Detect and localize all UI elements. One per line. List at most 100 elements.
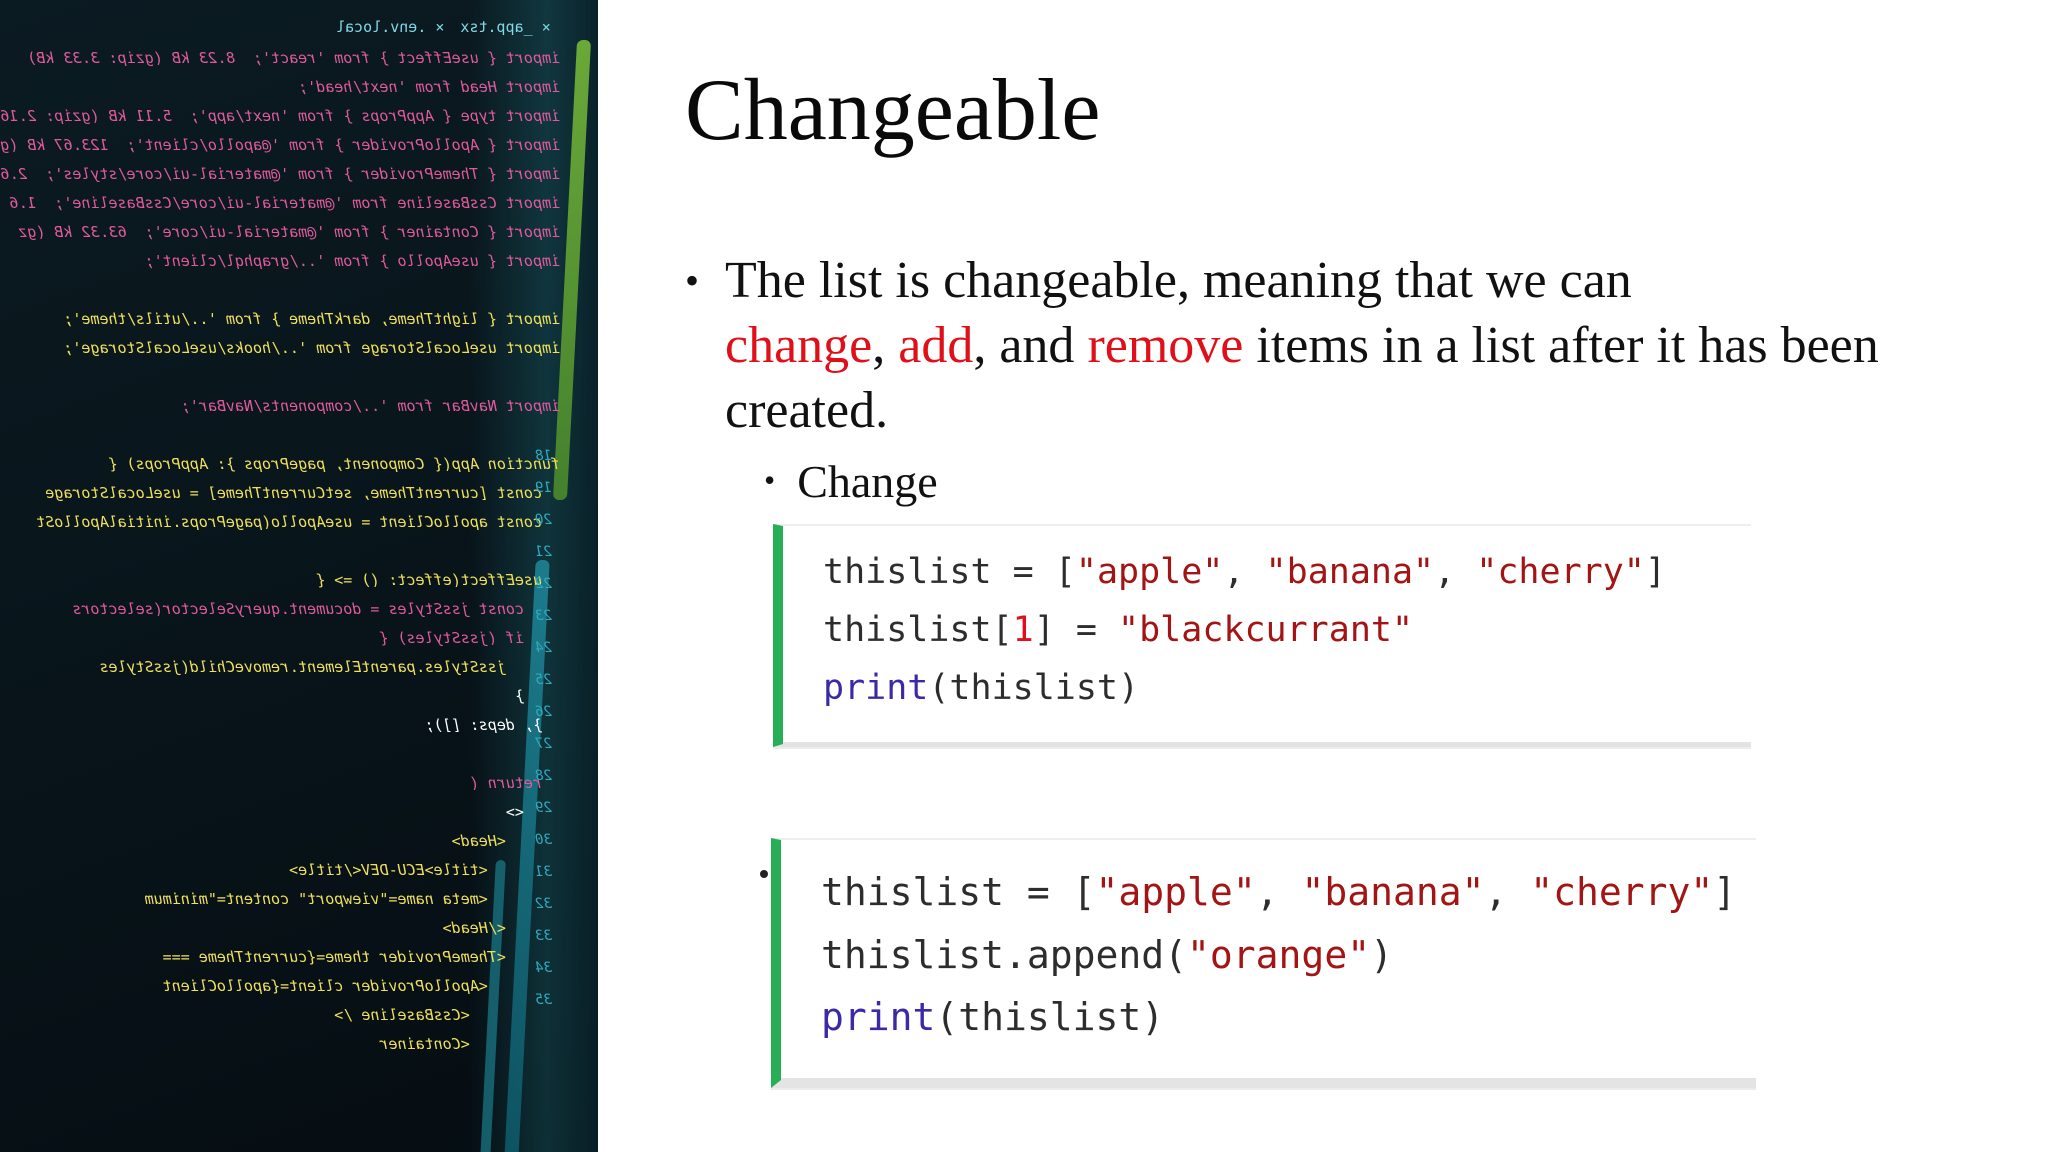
code-string: "cherry" xyxy=(1476,552,1645,592)
code-token: ] xyxy=(1644,552,1666,592)
line-number: 31 xyxy=(535,864,552,880)
code-editor-line: import CssBaseline from '@material-ui/co… xyxy=(9,194,560,212)
code-string: "orange" xyxy=(1187,933,1371,977)
line-number: 22 xyxy=(535,576,552,592)
code-editor-line: import { ApolloProvider } from '@apollo/… xyxy=(0,136,560,154)
line-number: 27 xyxy=(535,736,552,752)
code-token: thislist = [ xyxy=(823,552,1076,592)
code-editor-line: <ApolloProvider client={apolloClient xyxy=(162,977,560,995)
code-example-change: thislist = ["apple", "banana", "cherry"]… xyxy=(773,524,1751,747)
code-editor-line: import { useApollo } from '../graphql/cl… xyxy=(144,252,560,270)
sub-bullet-label: Change xyxy=(797,456,938,507)
code-editor-line: } xyxy=(514,687,560,705)
code-editor-line: <Container xyxy=(379,1035,560,1053)
code-editor-line: }, deps: []); xyxy=(424,716,560,734)
line-number: 32 xyxy=(535,896,552,912)
code-token: ] xyxy=(1713,870,1737,914)
code-token: (thislist) xyxy=(935,995,1165,1039)
code-token: thislist.append( xyxy=(821,933,1188,977)
code-token: , xyxy=(1255,870,1302,914)
code-editor-line: <Head> xyxy=(451,832,560,850)
code-token: , xyxy=(1484,870,1531,914)
code-editor-line xyxy=(0,537,560,566)
line-number: 34 xyxy=(535,960,552,976)
code-token: thislist = [ xyxy=(821,870,1096,914)
line-number: 20 xyxy=(535,512,552,528)
bullet-glyph: • xyxy=(764,462,776,498)
code-token: thislist[ xyxy=(823,610,1013,650)
code-example-append: thislist = ["apple", "banana", "cherry"]… xyxy=(771,838,1756,1088)
line-number: 18 xyxy=(535,448,552,464)
line-number: 19 xyxy=(535,480,552,496)
code-string: "cherry" xyxy=(1530,870,1714,914)
bullet-text: The list is changeable, meaning that we … xyxy=(725,248,1885,443)
slide: × _app.tsx × .env.local import { useEffec… xyxy=(0,0,2048,1152)
code-string: "banana" xyxy=(1301,870,1485,914)
code-editor-line: const jssStyles = document.querySelector… xyxy=(72,600,560,618)
code-token: , xyxy=(1223,552,1266,592)
bullet-dot xyxy=(760,870,768,878)
code-editor-line: import { useEffect } from 'react'; 8.23 … xyxy=(27,49,560,67)
code-editor-line: function App({ Component, pageProps }: A… xyxy=(108,455,560,473)
bullet-text-part1: The list is changeable, meaning that we … xyxy=(725,252,1632,309)
code-builtin: print xyxy=(821,995,936,1039)
code-line: thislist = ["apple", "banana", "cherry"] xyxy=(823,552,1666,592)
code-editor-line: </Head> xyxy=(442,919,560,937)
code-editor-line: const [currentTheme, setCurrentTheme] = … xyxy=(45,484,560,502)
line-number: 29 xyxy=(535,800,552,816)
code-token: , xyxy=(1434,552,1477,592)
code-number: 1 xyxy=(1012,610,1034,650)
code-string: "apple" xyxy=(1075,552,1224,592)
code-editor-line: <title>ECU-DEV</title> xyxy=(289,861,560,879)
code-string: "apple" xyxy=(1095,870,1256,914)
code-editor-line: return ( xyxy=(469,774,560,792)
slide-title: Changeable xyxy=(685,62,1101,159)
bullet-sep-1: , xyxy=(872,317,899,374)
code-editor-line: if (jssStyles) { xyxy=(379,629,560,647)
editor-tab: × _app.tsx xyxy=(460,18,551,36)
line-number: 28 xyxy=(535,768,552,784)
code-string: "blackcurrant" xyxy=(1118,610,1414,650)
line-number: 33 xyxy=(535,928,552,944)
line-numbers: 18 19 20 21 22 23 24 25 26 27 28 29 30 31 32 33 34 35 xyxy=(535,440,552,1016)
code-lines: import { useEffect } from 'react'; 8.23 … xyxy=(0,44,560,1059)
code-string: "banana" xyxy=(1265,552,1435,592)
code-line: thislist.append("orange") xyxy=(821,933,1393,977)
code-editor-line: <ThemeProvider theme={currentTheme === xyxy=(162,948,560,966)
line-number: 30 xyxy=(535,832,552,848)
code-editor-line xyxy=(0,740,560,769)
code-editor-line: import NavBar from '../components/NavBar… xyxy=(180,397,560,415)
code-token: ) xyxy=(1370,933,1393,977)
line-number: 26 xyxy=(535,704,552,720)
code-token: ] = xyxy=(1033,610,1119,650)
code-editor-line: <meta name="viewport" content="minimum xyxy=(144,890,560,908)
highlight-change: change xyxy=(725,317,873,374)
line-number: 23 xyxy=(535,608,552,624)
code-editor-line: import Head from 'next/head'; xyxy=(298,78,560,96)
editor-tab: × .env.local xyxy=(336,18,445,36)
code-editor-line: jssStyles.parentElement.removeChild(jssS… xyxy=(99,658,560,676)
sub-bullet: • Change xyxy=(764,452,938,516)
line-number: 24 xyxy=(535,640,552,656)
code-token: (thislist) xyxy=(928,668,1140,708)
code-editor-line: import { Container } from '@material-ui/… xyxy=(18,223,560,241)
code-editor-line: import { lightTheme, darkTheme } from '.… xyxy=(63,310,560,328)
code-editor-line xyxy=(0,421,560,450)
code-line: thislist[1] = "blackcurrant" xyxy=(823,610,1413,650)
highlight-remove: remove xyxy=(1087,317,1244,374)
highlight-add: add xyxy=(898,317,974,374)
code-line: print(thislist) xyxy=(823,668,1139,708)
code-line: print(thislist) xyxy=(821,995,1164,1039)
code-editor-line xyxy=(0,276,560,305)
main-bullet: • The list is changeable, meaning that w… xyxy=(685,248,1885,443)
line-number: 25 xyxy=(535,672,552,688)
code-builtin: print xyxy=(823,668,929,708)
code-editor-line xyxy=(0,363,560,392)
bullet-glyph: • xyxy=(685,258,700,303)
code-editor-line: import type { AppProps } from 'next/app'… xyxy=(0,107,560,125)
code-editor-line: import useLocalStorage from '../hooks/us… xyxy=(63,339,560,357)
bullet-sep-2: , and xyxy=(973,317,1088,374)
code-editor-line: useEffect(effect: () => { xyxy=(316,571,560,589)
code-editor-image: × _app.tsx × .env.local import { useEffec… xyxy=(0,0,598,1152)
code-editor-line: <CssBaseline /> xyxy=(334,1006,560,1024)
